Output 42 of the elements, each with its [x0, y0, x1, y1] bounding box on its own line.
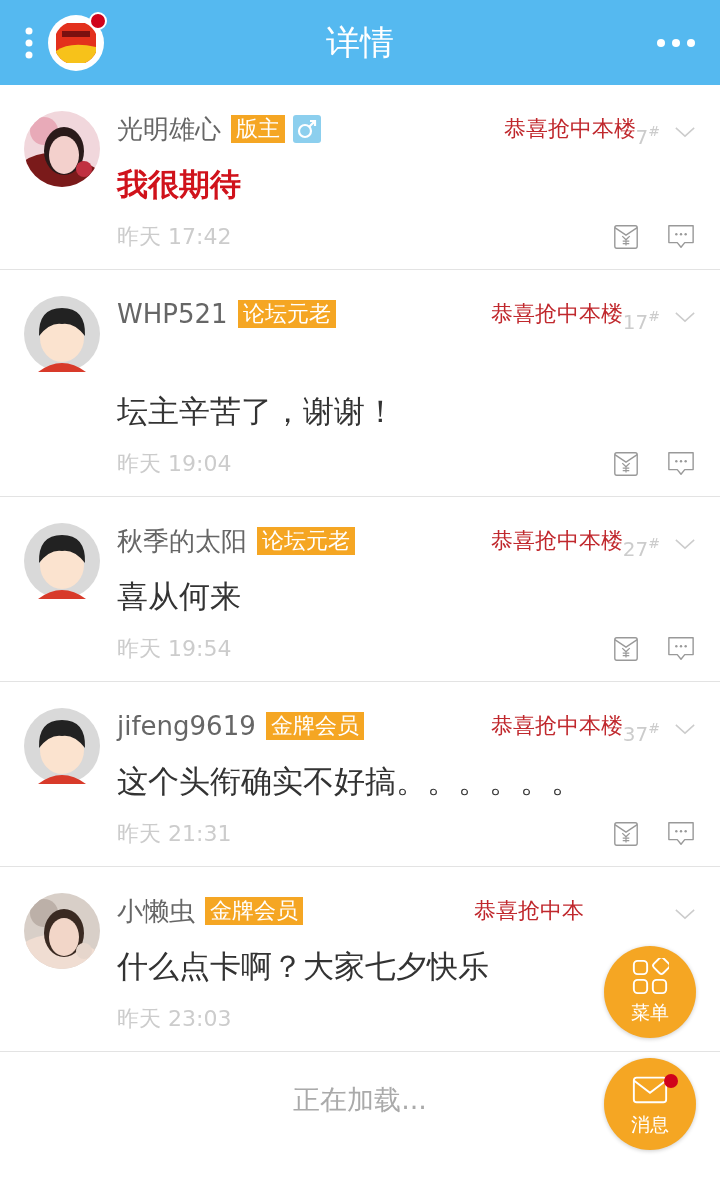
user-title-tag: 论坛元老 [237, 300, 336, 328]
user-name[interactable]: jifeng9619 [117, 711, 256, 741]
loading-text: 正在加载... [293, 1083, 427, 1117]
user-title-tag: 金牌会员 [205, 897, 303, 925]
chevron-down-icon[interactable] [674, 537, 696, 551]
more-icon[interactable] [656, 37, 696, 48]
avatar-icon[interactable] [24, 523, 100, 599]
user-name[interactable]: WHP521 [117, 299, 228, 329]
user-title-tag: 金牌会员 [265, 712, 364, 740]
post-text: 这个头衔确实不好搞。。。。。。 [117, 762, 582, 801]
comment-icon[interactable] [666, 223, 696, 251]
user-name[interactable]: 秋季的太阳 [117, 523, 247, 559]
chevron-down-icon[interactable] [674, 310, 696, 324]
award-label: 恭喜抢中本楼 [503, 115, 636, 143]
post-text: 什么点卡啊？大家七夕快乐 [117, 947, 489, 986]
chevron-down-icon[interactable] [674, 907, 696, 921]
award-label: 恭喜抢中本楼 [490, 527, 623, 555]
grid-icon [631, 958, 669, 996]
user-name[interactable]: 光明雄心 [117, 111, 221, 147]
avatar-icon[interactable] [24, 296, 100, 372]
post-text: 我很期待 [117, 165, 241, 204]
award-label: 恭喜抢中本楼 [490, 300, 623, 328]
award-label: 恭喜抢中本楼 [490, 712, 623, 740]
comment-icon[interactable] [666, 450, 696, 478]
gift-envelope-icon[interactable] [612, 820, 640, 848]
avatar-icon[interactable] [24, 708, 100, 784]
post-text: 喜从何来 [117, 577, 241, 616]
menu-icon[interactable] [24, 25, 34, 60]
chevron-down-icon[interactable] [674, 125, 696, 139]
post-text: 坛主辛苦了，谢谢！ [117, 392, 396, 431]
user-title-tag: 论坛元老 [257, 527, 355, 555]
comment-icon[interactable] [666, 635, 696, 663]
forum-logo-icon[interactable] [48, 14, 104, 71]
comment-icon[interactable] [666, 820, 696, 848]
user-title-tag: 版主 [231, 115, 285, 143]
user-name[interactable]: 小懒虫 [117, 893, 195, 929]
award-label: 恭喜抢中本 [474, 897, 584, 925]
window-title: 详情 [325, 20, 395, 64]
chevron-down-icon[interactable] [674, 722, 696, 736]
gift-envelope-icon[interactable] [612, 223, 640, 251]
gift-envelope-icon[interactable] [612, 635, 640, 663]
gift-envelope-icon[interactable] [612, 450, 640, 478]
